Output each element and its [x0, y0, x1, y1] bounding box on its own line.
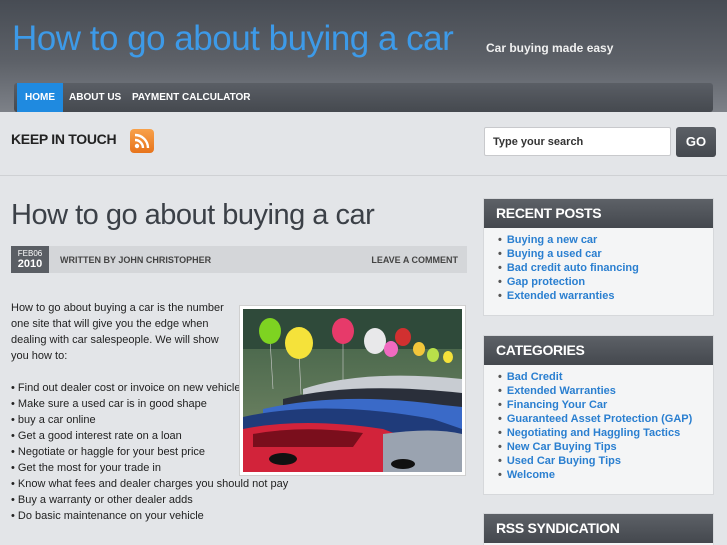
- recent-posts-title: RECENT POSTS: [484, 199, 713, 228]
- site-tagline: Car buying made easy: [486, 41, 614, 55]
- site-header: How to go about buying a car Car buying …: [0, 0, 727, 112]
- recent-post-link[interactable]: Buying a used car: [498, 247, 713, 261]
- post-author[interactable]: WRITTEN BY JOHN CHRISTOPHER: [60, 255, 211, 265]
- post-date-badge: FEB06 2010: [11, 246, 49, 273]
- nav-item-about-us[interactable]: ABOUT US: [61, 83, 129, 112]
- rss-syndication-widget: RSS SYNDICATION: [483, 513, 714, 545]
- recent-post-link[interactable]: Bad credit auto financing: [498, 261, 713, 275]
- categories-widget: CATEGORIES Bad Credit Extended Warrantie…: [483, 335, 714, 495]
- nav-item-payment-calculator[interactable]: PAYMENT CALCULATOR: [124, 83, 259, 112]
- categories-title: CATEGORIES: [484, 336, 713, 365]
- recent-post-link[interactable]: Gap protection: [498, 275, 713, 289]
- keep-in-touch-label: KEEP IN TOUCH: [11, 131, 117, 147]
- category-link[interactable]: Used Car Buying Tips: [498, 454, 713, 468]
- site-title[interactable]: How to go about buying a car: [12, 19, 454, 59]
- post-date-month-day: FEB06: [17, 249, 43, 258]
- list-item: • Buy a warranty or other dealer adds: [11, 494, 193, 506]
- category-link[interactable]: Negotiating and Haggling Tactics: [498, 426, 713, 440]
- post-image-cars-balloons: [239, 305, 466, 476]
- category-link[interactable]: Bad Credit: [498, 370, 713, 384]
- search-input[interactable]: [484, 127, 671, 156]
- recent-post-link[interactable]: Extended warranties: [498, 289, 713, 303]
- search-go-button[interactable]: GO: [676, 127, 716, 157]
- rss-syndication-title: RSS SYNDICATION: [484, 514, 713, 543]
- category-link[interactable]: Welcome: [498, 468, 713, 482]
- post-date-year: 2010: [17, 258, 43, 270]
- post-title[interactable]: How to go about buying a car: [11, 199, 375, 232]
- category-link[interactable]: Financing Your Car: [498, 398, 713, 412]
- category-link[interactable]: Extended Warranties: [498, 384, 713, 398]
- recent-posts-widget: RECENT POSTS Buying a new car Buying a u…: [483, 198, 714, 316]
- recent-post-link[interactable]: Buying a new car: [498, 233, 713, 247]
- rss-feed-icon[interactable]: [130, 129, 154, 153]
- category-link[interactable]: Guaranteed Asset Protection (GAP): [498, 412, 713, 426]
- header-divider: [0, 175, 727, 176]
- nav-item-home[interactable]: HOME: [17, 83, 63, 112]
- main-nav: HOME ABOUT US PAYMENT CALCULATOR: [14, 83, 713, 112]
- list-item: • Do basic maintenance on your vehicle: [11, 510, 204, 522]
- category-link[interactable]: New Car Buying Tips: [498, 440, 713, 454]
- post-intro: How to go about buying a car is the numb…: [11, 302, 224, 362]
- leave-comment-link[interactable]: LEAVE A COMMENT: [371, 255, 458, 265]
- post-meta-bar: FEB06 2010 WRITTEN BY JOHN CHRISTOPHER L…: [11, 246, 467, 273]
- list-item: • Know what fees and dealer charges you …: [11, 478, 289, 490]
